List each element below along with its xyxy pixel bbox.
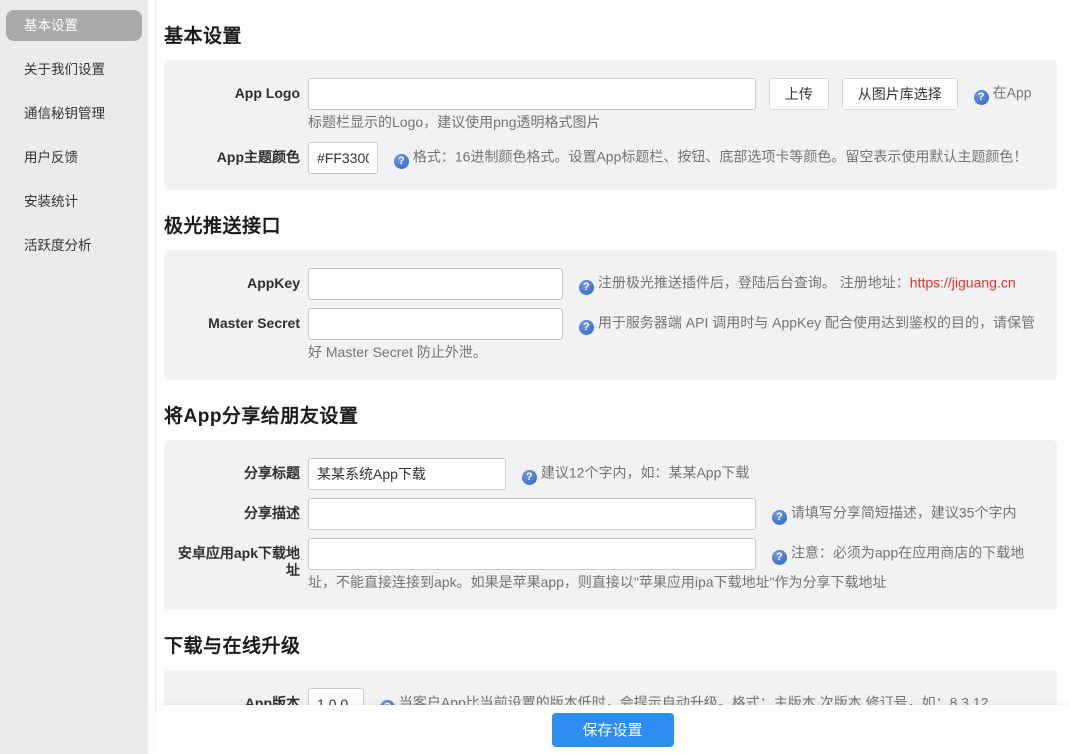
help-icon: ? bbox=[974, 90, 989, 105]
share-title-input[interactable] bbox=[308, 458, 506, 490]
appkey-help-text: 注册极光推送插件后，登陆后台查询。 注册地址： bbox=[598, 275, 910, 291]
apk-url-input[interactable] bbox=[308, 538, 756, 570]
section-title-share: 将App分享给朋友设置 bbox=[164, 401, 1057, 428]
form-row-master-secret: Master Secret ?用于服务器端 API 调用时与 AppKey 配合… bbox=[164, 308, 1043, 364]
main-content: 基本设置 App Logo 上传 从图片库选择 ?在App标题栏显示的Logo，… bbox=[155, 0, 1070, 754]
master-secret-input[interactable] bbox=[308, 308, 563, 340]
section-title-basic: 基本设置 bbox=[164, 21, 1057, 48]
help-icon: ? bbox=[522, 470, 537, 485]
help-icon: ? bbox=[579, 320, 594, 335]
sidebar-item-about-us[interactable]: 关于我们设置 bbox=[6, 54, 142, 85]
app-logo-input[interactable] bbox=[308, 78, 756, 110]
form-row-share-desc: 分享描述 ? 请填写分享简短描述，建议35个字内 bbox=[164, 498, 1043, 530]
master-secret-label: Master Secret bbox=[164, 308, 308, 364]
panel-basic: App Logo 上传 从图片库选择 ?在App标题栏显示的Logo，建议使用p… bbox=[164, 60, 1057, 190]
theme-color-help-text: 格式：16进制颜色格式。设置App标题栏、按钮、底部选项卡等颜色。留空表示使用默… bbox=[413, 149, 1027, 165]
sidebar-item-user-feedback[interactable]: 用户反馈 bbox=[6, 142, 142, 173]
panel-share: 分享标题 ? 建议12个字内，如：某某App下载 分享描述 ? 请填写分享简短描述，… bbox=[164, 440, 1057, 610]
appkey-input[interactable] bbox=[308, 268, 563, 300]
section-title-jpush: 极光推送接口 bbox=[164, 211, 1057, 238]
section-title-upgrade: 下载与在线升级 bbox=[164, 631, 1057, 658]
choose-from-gallery-button[interactable]: 从图片库选择 bbox=[842, 78, 958, 110]
panel-jpush: AppKey ? 注册极光推送插件后，登陆后台查询。 注册地址：https://j… bbox=[164, 250, 1057, 380]
appkey-label: AppKey bbox=[164, 268, 308, 300]
form-row-appkey: AppKey ? 注册极光推送插件后，登陆后台查询。 注册地址：https://j… bbox=[164, 268, 1043, 300]
sidebar-item-activity-analysis[interactable]: 活跃度分析 bbox=[6, 230, 142, 261]
sidebar-item-install-stats[interactable]: 安装统计 bbox=[6, 186, 142, 217]
form-row-apk-url: 安卓应用apk下载地址 ?注意：必须为app在应用商店的下载地址，不能直接连接到… bbox=[164, 538, 1043, 594]
share-title-label: 分享标题 bbox=[164, 458, 308, 490]
upload-button[interactable]: 上传 bbox=[769, 78, 829, 110]
sidebar-item-secret-key[interactable]: 通信秘钥管理 bbox=[6, 98, 142, 129]
share-desc-input[interactable] bbox=[308, 498, 756, 530]
sidebar: 基本设置 关于我们设置 通信秘钥管理 用户反馈 安装统计 活跃度分析 bbox=[0, 0, 148, 754]
help-icon: ? bbox=[394, 154, 409, 169]
form-row-share-title: 分享标题 ? 建议12个字内，如：某某App下载 bbox=[164, 458, 1043, 490]
form-row-app-logo: App Logo 上传 从图片库选择 ?在App标题栏显示的Logo，建议使用p… bbox=[164, 78, 1043, 134]
app-logo-label: App Logo bbox=[164, 78, 308, 134]
help-icon: ? bbox=[772, 510, 787, 525]
help-icon: ? bbox=[579, 280, 594, 295]
share-desc-label: 分享描述 bbox=[164, 498, 308, 530]
help-icon: ? bbox=[772, 550, 787, 565]
save-bar: 保存设置 bbox=[155, 705, 1070, 754]
form-row-theme-color: App主题颜色 ? 格式：16进制颜色格式。设置App标题栏、按钮、底部选项卡等颜… bbox=[164, 142, 1043, 174]
share-desc-help-text: 请填写分享简短描述，建议35个字内 bbox=[791, 505, 1017, 521]
share-title-help-text: 建议12个字内，如：某某App下载 bbox=[541, 465, 749, 481]
save-settings-button[interactable]: 保存设置 bbox=[552, 713, 674, 747]
apk-url-label: 安卓应用apk下载地址 bbox=[164, 538, 308, 594]
theme-color-input[interactable] bbox=[308, 142, 378, 174]
sidebar-item-basic-settings[interactable]: 基本设置 bbox=[6, 10, 142, 41]
jiguang-link[interactable]: https://jiguang.cn bbox=[910, 275, 1016, 291]
theme-color-label: App主题颜色 bbox=[164, 142, 308, 174]
